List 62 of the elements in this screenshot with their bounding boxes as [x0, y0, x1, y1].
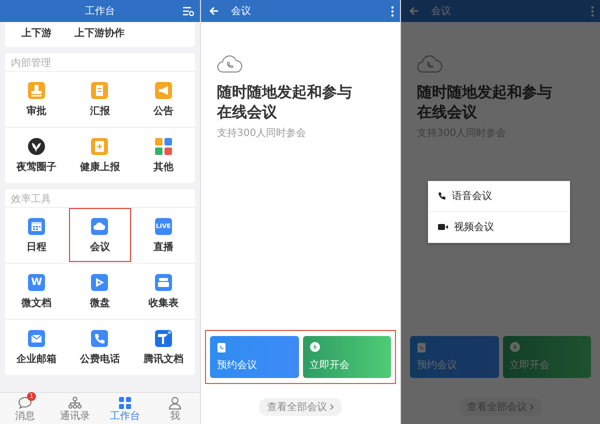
stamp-icon [28, 82, 46, 98]
chevron-right-icon [330, 404, 334, 410]
headline: 随时随地发起和参与在线会议 [417, 82, 553, 122]
back-arrow-icon[interactable] [409, 6, 419, 16]
doc-icon: W [28, 274, 46, 290]
app-tile[interactable]: 收集表 [132, 263, 195, 319]
cloud-icon [91, 218, 108, 234]
filter-settings-icon[interactable] [183, 6, 194, 16]
phone-icon [438, 192, 446, 200]
clipboard-phone-icon [217, 342, 226, 353]
app-tile[interactable]: 公费电话 [68, 319, 132, 375]
cloud-phone-icon [417, 54, 443, 74]
video-camera-icon [438, 224, 448, 230]
app-tile[interactable]: 健康上报 [68, 127, 132, 183]
chevron-right-icon [530, 404, 534, 410]
screen-title: 工作台 [85, 4, 115, 18]
play-icon [91, 274, 108, 290]
lightning-icon [310, 342, 320, 352]
chat-icon [18, 396, 32, 410]
subtitle: 支持300人同时参会 [217, 126, 308, 140]
org-chart-icon [68, 396, 82, 410]
person-icon [168, 396, 182, 410]
screen-title: 会议 [431, 4, 451, 18]
more-options-icon[interactable] [591, 6, 594, 16]
section-title: 效率工具 [10, 192, 52, 207]
back-arrow-icon[interactable] [209, 6, 219, 16]
clipboard-icon [91, 138, 108, 154]
menu-item[interactable]: 视频会议 [428, 212, 570, 243]
cloud-phone-icon [217, 54, 243, 74]
signpost-icon [154, 330, 172, 346]
screen-title: 会议 [231, 4, 251, 18]
lightning-icon [510, 342, 520, 352]
headline: 随时随地发起和参与在线会议 [217, 82, 353, 122]
app-tile[interactable]: 会议 [68, 207, 132, 263]
tab-item[interactable]: 通讯录 [50, 393, 100, 424]
app-tile[interactable]: 微盘 [68, 263, 132, 319]
menu-item[interactable]: 语音会议 [428, 181, 570, 212]
section-title: 内部管理 [10, 56, 52, 71]
tab-item[interactable]: 工作台 [100, 393, 150, 424]
app-tile[interactable]: 其他 [132, 127, 195, 183]
more-options-icon[interactable] [391, 6, 394, 16]
app-tile[interactable]: 审批 [5, 71, 68, 127]
document-icon [91, 82, 108, 98]
phone-icon [91, 330, 108, 346]
tab-item[interactable]: 我 [150, 393, 200, 424]
app-tile[interactable]: 夜莺圈子 [5, 127, 68, 183]
app-tile[interactable]: 公告 [132, 71, 195, 127]
app-tile[interactable]: W 微文档 [5, 263, 68, 319]
app-tile[interactable]: 汇报 [68, 71, 132, 127]
clipboard-phone-icon [417, 342, 426, 353]
app-grid-icon [154, 138, 172, 154]
app-tile[interactable]: 腾讯文档 [132, 319, 195, 375]
app-tile[interactable]: 企业邮箱 [5, 319, 68, 375]
app-tile[interactable]: 日程 [5, 207, 68, 263]
app-label[interactable]: 上下游协作 [68, 26, 131, 40]
tray-icon [154, 274, 172, 290]
bird-icon [28, 138, 46, 154]
grid-icon [118, 396, 132, 410]
calendar-icon [28, 218, 46, 234]
megaphone-icon [154, 82, 172, 98]
app-label[interactable]: 上下游 [5, 26, 68, 40]
mail-icon [28, 330, 46, 346]
